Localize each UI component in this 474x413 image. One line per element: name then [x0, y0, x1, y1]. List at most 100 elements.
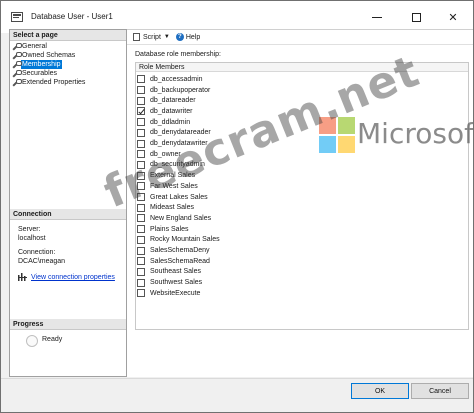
role-checkbox[interactable] — [137, 86, 145, 95]
help-label: Help — [185, 33, 201, 41]
role-name: SalesSchemaDeny — [150, 247, 210, 255]
role-name: db_datawriter — [150, 107, 193, 115]
role-row[interactable]: db_denydatareader — [136, 128, 211, 139]
server-value: localhost — [18, 235, 46, 242]
role-checkbox[interactable] — [137, 193, 145, 202]
database-user-icon — [11, 12, 23, 22]
left-pane: Select a page General Owned Schemas Memb… — [9, 29, 127, 377]
toolbar: Script ▼ ? Help — [127, 30, 473, 44]
role-row[interactable]: db_ddladmin — [136, 117, 190, 128]
connection-properties-icon — [18, 273, 27, 281]
role-name: db_datareader — [150, 97, 196, 105]
page-item-label: Membership — [21, 60, 62, 69]
window-title: Database User - User1 — [31, 12, 113, 21]
role-row[interactable]: db_denydatawriter — [136, 138, 208, 149]
role-name: Mideast Sales — [150, 204, 194, 212]
close-icon: ✕ — [448, 11, 458, 24]
page-item-general[interactable]: General — [12, 42, 48, 51]
role-row[interactable]: Plains Sales — [136, 224, 189, 235]
main-pane: Script ▼ ? Help Database role membership… — [127, 29, 473, 377]
progress-status: Ready — [42, 336, 63, 343]
connection-label: Connection: — [18, 249, 56, 256]
view-connection-properties-link[interactable]: View connection properties — [31, 274, 115, 281]
page-item-label: General — [22, 43, 47, 50]
role-name: External Sales — [150, 172, 196, 180]
script-label: Script — [143, 33, 161, 41]
role-checkbox[interactable] — [137, 214, 145, 223]
role-row[interactable]: Great Lakes Sales — [136, 192, 208, 203]
page-item-securables[interactable]: Securables — [12, 69, 58, 78]
role-checkbox[interactable] — [137, 171, 145, 180]
ok-button[interactable]: OK — [351, 383, 409, 399]
page-item-label: Extended Properties — [22, 79, 86, 86]
wrench-icon — [12, 69, 22, 78]
role-checkbox[interactable] — [137, 278, 145, 287]
role-checkbox[interactable] — [137, 246, 145, 255]
help-button[interactable]: ? Help — [175, 33, 201, 41]
role-name: Southeast Sales — [150, 268, 201, 276]
role-checkbox[interactable] — [137, 139, 145, 148]
chevron-down-icon[interactable]: ▼ — [164, 34, 170, 40]
role-checkbox[interactable] — [137, 289, 145, 298]
role-row[interactable]: Southeast Sales — [136, 267, 201, 278]
role-row[interactable]: Southwest Sales — [136, 277, 202, 288]
page-item-extended-properties[interactable]: Extended Properties — [12, 78, 86, 87]
role-row[interactable]: db_datareader — [136, 95, 196, 106]
select-page-header: Select a page — [10, 30, 126, 41]
database-user-dialog: Database User - User1 ✕ Select a page Ge… — [0, 0, 474, 413]
role-row[interactable]: External Sales — [136, 170, 195, 181]
role-row[interactable]: db_accessadmin — [136, 74, 203, 85]
role-checkbox[interactable] — [137, 257, 145, 266]
role-row[interactable]: Rocky Mountain Sales — [136, 235, 220, 246]
role-name: db_ddladmin — [150, 118, 191, 126]
cancel-button[interactable]: Cancel — [411, 383, 469, 399]
script-icon — [133, 33, 140, 41]
role-checkbox[interactable] — [137, 235, 145, 244]
maximize-icon — [411, 12, 421, 22]
role-checkbox[interactable] — [137, 96, 145, 105]
role-row[interactable]: Far West Sales — [136, 181, 198, 192]
role-checkbox[interactable] — [137, 107, 145, 116]
role-name: db_denydatawriter — [150, 140, 208, 148]
role-name: New England Sales — [150, 214, 212, 222]
role-checkbox[interactable] — [137, 203, 145, 212]
role-row[interactable]: db_backupoperator — [136, 85, 210, 96]
role-name: Plains Sales — [150, 225, 189, 233]
role-name: SalesSchemaRead — [150, 257, 210, 265]
role-row[interactable]: New England Sales — [136, 213, 211, 224]
role-checkbox[interactable] — [137, 160, 145, 169]
role-row[interactable]: db_datawriter — [136, 106, 192, 117]
role-checkbox[interactable] — [137, 267, 145, 276]
help-icon: ? — [175, 33, 184, 41]
role-name: Rocky Mountain Sales — [150, 236, 220, 244]
role-row[interactable]: WebsiteExecute — [136, 288, 200, 299]
microsoft-watermark: Microsoft — [357, 117, 474, 150]
page-item-membership[interactable]: Membership — [12, 60, 62, 69]
role-checkbox[interactable] — [137, 182, 145, 191]
minimize-icon — [372, 16, 382, 18]
page-item-owned-schemas[interactable]: Owned Schemas — [12, 51, 76, 60]
role-name: db_securityadmin — [150, 161, 205, 169]
role-row[interactable]: SalesSchemaDeny — [136, 245, 210, 256]
role-name: db_owner — [150, 150, 181, 158]
connection-value: DCAC\meagan — [18, 258, 66, 265]
role-members-column-header: Role Members — [136, 63, 468, 72]
microsoft-logo-icon — [319, 117, 355, 153]
role-checkbox[interactable] — [137, 118, 145, 127]
script-button[interactable]: Script ▼ — [133, 33, 170, 41]
role-checkbox[interactable] — [137, 75, 145, 84]
footer-divider — [1, 378, 473, 379]
role-name: db_accessadmin — [150, 75, 203, 83]
role-members-list: Role Members db_accessadmin db_backupoper… — [135, 62, 469, 330]
role-row[interactable]: db_owner — [136, 149, 181, 160]
role-checkbox[interactable] — [137, 225, 145, 234]
role-row[interactable]: Mideast Sales — [136, 202, 194, 213]
role-row[interactable]: SalesSchemaRead — [136, 256, 210, 267]
role-name: db_backupoperator — [150, 86, 211, 94]
role-row[interactable]: db_securityadmin — [136, 160, 205, 171]
page-item-label: Securables — [22, 70, 58, 77]
role-checkbox[interactable] — [137, 150, 145, 159]
role-name: Southwest Sales — [150, 279, 203, 287]
page-item-label: Owned Schemas — [22, 52, 76, 59]
role-checkbox[interactable] — [137, 128, 145, 137]
